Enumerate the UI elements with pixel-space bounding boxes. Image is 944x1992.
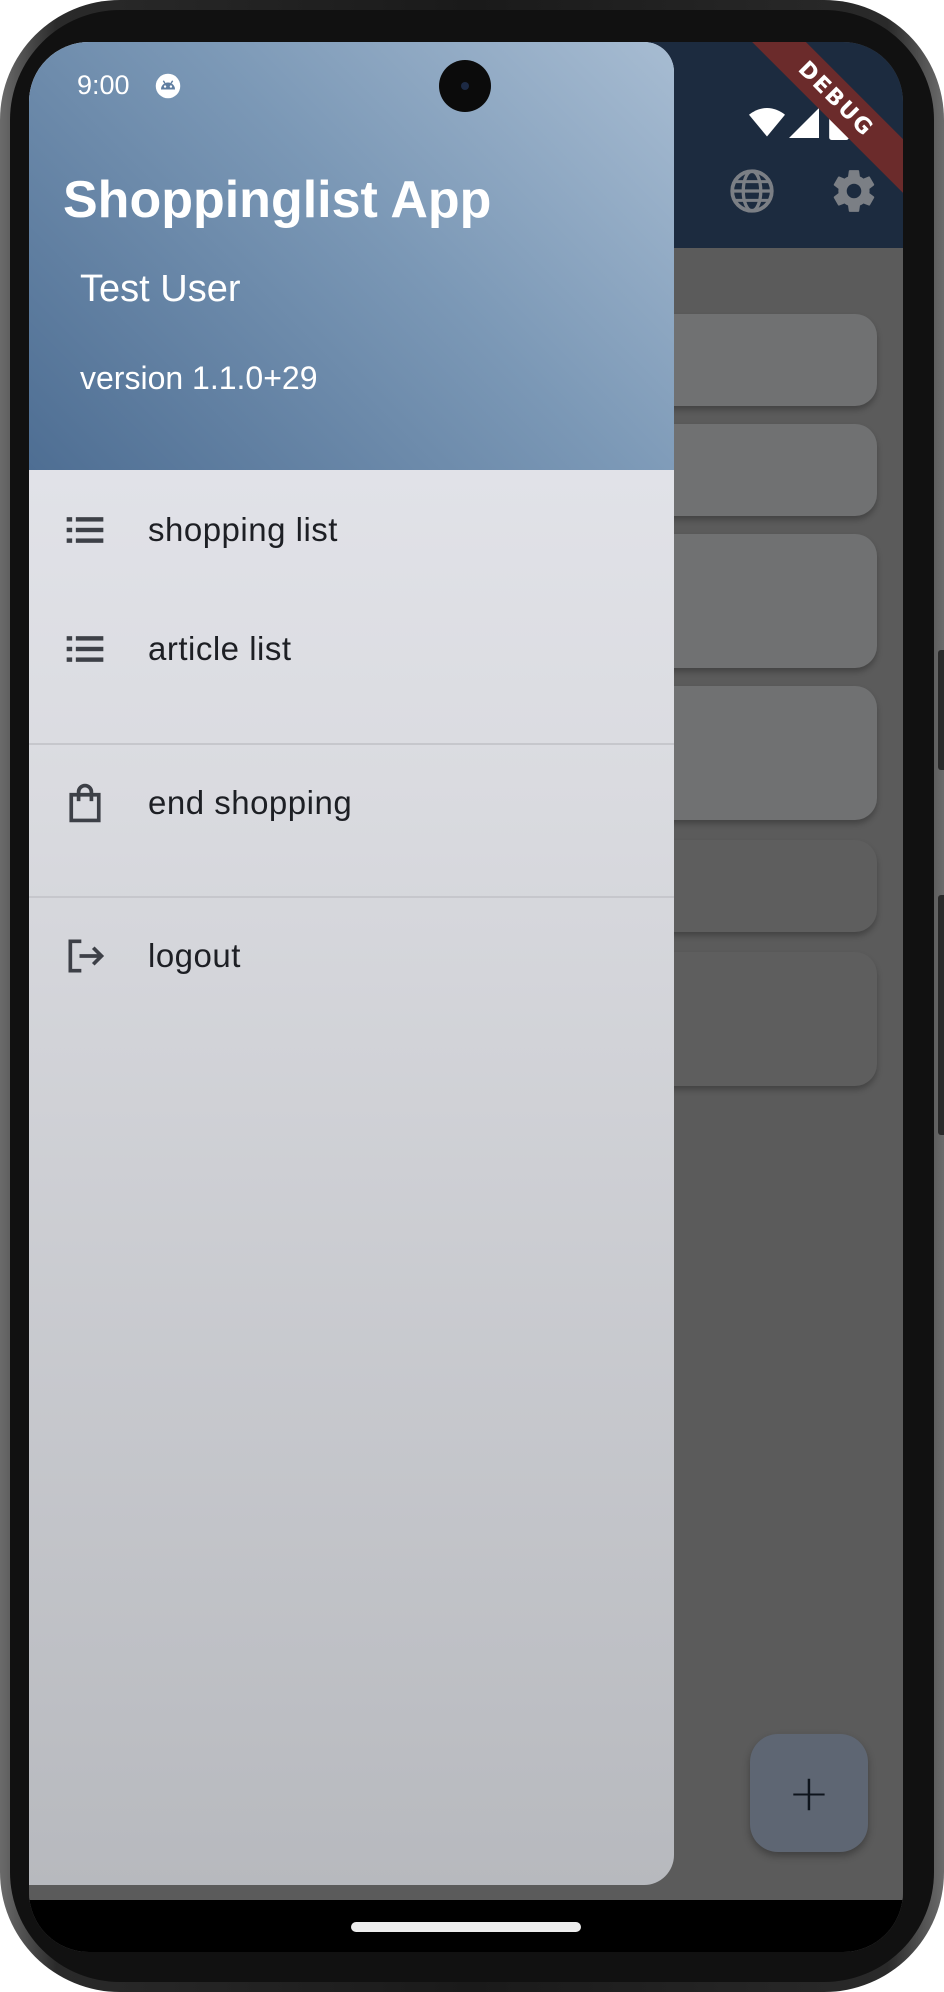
globe-icon[interactable] (727, 166, 777, 216)
drawer-item-article-list[interactable]: article list (29, 590, 674, 708)
logout-icon (68, 939, 105, 973)
home-gesture-handle[interactable] (351, 1922, 581, 1932)
app-version: version 1.1.0+29 (80, 360, 318, 396)
app-title: Shoppinglist App (63, 171, 492, 229)
power-button (938, 895, 944, 1135)
android-robot-icon (155, 73, 181, 99)
user-name: Test User (80, 268, 241, 310)
list-icon (66, 517, 104, 543)
settings-gear-icon[interactable] (829, 166, 879, 216)
screen: DEBUG + 9:00 Shoppinglist App Test User … (29, 42, 903, 1952)
system-navigation-bar (29, 1900, 903, 1952)
status-time: 9:00 (77, 70, 130, 100)
drawer-item-shopping-list[interactable]: shopping list (29, 471, 674, 589)
drawer-item-label: end shopping (148, 784, 353, 821)
wifi-icon (749, 108, 785, 137)
signal-icon (789, 108, 819, 138)
plus-icon: + (788, 1764, 830, 1822)
drawer-item-logout[interactable]: logout (29, 897, 674, 1015)
add-fab-button[interactable]: + (750, 1734, 868, 1852)
drawer-item-label: logout (148, 937, 241, 974)
front-camera (439, 60, 491, 112)
shopping-bag-icon (69, 783, 101, 823)
drawer-item-label: article list (148, 630, 292, 667)
volume-button (938, 650, 944, 770)
list-icon (66, 636, 104, 662)
phone-frame: DEBUG + 9:00 Shoppinglist App Test User … (0, 0, 944, 1992)
drawer-item-end-shopping[interactable]: end shopping (29, 744, 674, 862)
drawer-header: 9:00 Shoppinglist App Test User version … (29, 42, 674, 470)
navigation-drawer: 9:00 Shoppinglist App Test User version … (29, 42, 674, 1885)
drawer-item-label: shopping list (148, 511, 338, 548)
